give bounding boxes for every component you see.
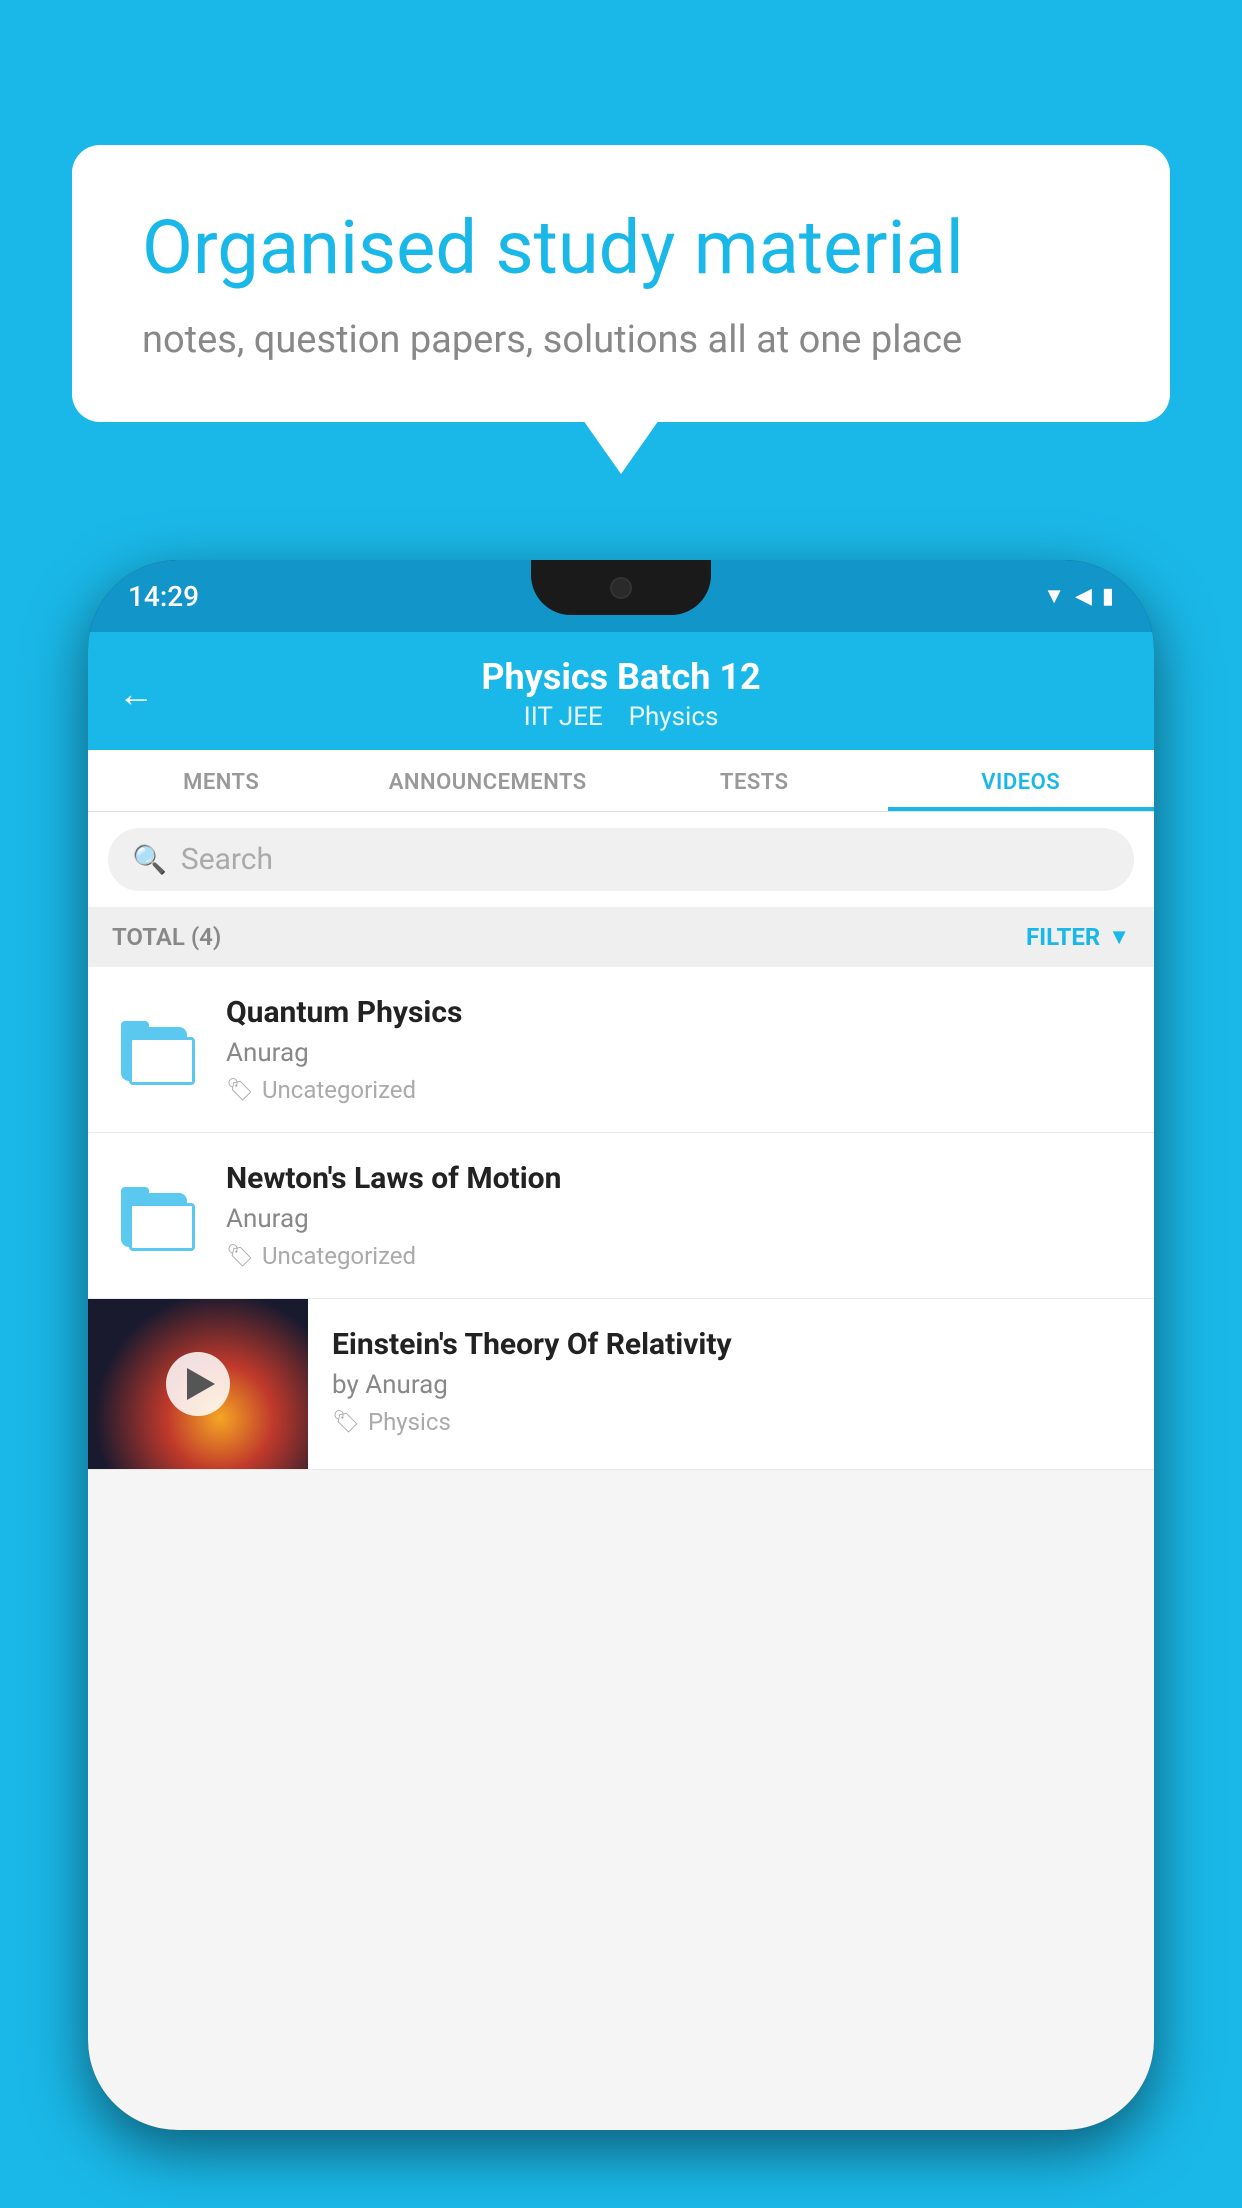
video-info-quantum: Quantum Physics Anurag 🏷 Uncategorized xyxy=(226,995,1130,1104)
tag-icon-newton: 🏷 xyxy=(226,1244,254,1269)
status-icons: ▼ ◀ ▮ xyxy=(1043,583,1114,609)
search-icon: 🔍 xyxy=(132,843,167,876)
search-bar[interactable]: 🔍 Search xyxy=(108,828,1134,891)
filter-bar: TOTAL (4) FILTER ▼ xyxy=(88,907,1154,967)
app-header: ← Physics Batch 12 IIT JEE Physics xyxy=(88,632,1154,750)
tab-announcements[interactable]: ANNOUNCEMENTS xyxy=(355,750,622,811)
video-tag-einstein: Physics xyxy=(368,1408,451,1436)
tabs-bar: MENTS ANNOUNCEMENTS TESTS VIDEOS xyxy=(88,750,1154,812)
bubble-title: Organised study material xyxy=(142,205,1100,294)
phone-screen: 🔍 Search TOTAL (4) FILTER ▼ xyxy=(88,812,1154,2130)
video-author-quantum: Anurag xyxy=(226,1038,1130,1068)
phone-container: 14:29 ▼ ◀ ▮ ← Physics Batch 12 IIT JEE xyxy=(88,560,1154,2208)
search-bar-container: 🔍 Search xyxy=(88,812,1154,907)
video-tag-quantum: Uncategorized xyxy=(262,1076,416,1104)
battery-icon: ▮ xyxy=(1102,584,1114,609)
tab-ments[interactable]: MENTS xyxy=(88,750,355,811)
filter-label: FILTER xyxy=(1026,923,1100,951)
filter-button[interactable]: FILTER ▼ xyxy=(1026,923,1130,951)
folder-icon-newton xyxy=(121,1181,193,1251)
notch xyxy=(531,560,711,615)
video-thumb-newton xyxy=(112,1171,202,1261)
search-input[interactable]: Search xyxy=(181,842,273,877)
video-title-quantum: Quantum Physics xyxy=(226,995,1130,1030)
phone-screen-inner: 14:29 ▼ ◀ ▮ ← Physics Batch 12 IIT JEE xyxy=(88,560,1154,2130)
status-time: 14:29 xyxy=(128,580,199,613)
einstein-thumbnail xyxy=(88,1299,308,1469)
video-list: Quantum Physics Anurag 🏷 Uncategorized xyxy=(88,967,1154,1470)
filter-icon: ▼ xyxy=(1108,924,1130,950)
video-tag-row-einstein: 🏷 Physics xyxy=(332,1408,1130,1436)
total-count: TOTAL (4) xyxy=(112,923,221,951)
video-tag-newton: Uncategorized xyxy=(262,1242,416,1270)
play-button-einstein[interactable] xyxy=(166,1352,230,1416)
video-author-newton: Anurag xyxy=(226,1204,1130,1234)
back-button[interactable]: ← xyxy=(118,673,154,715)
tag-icon-einstein: 🏷 xyxy=(332,1410,360,1435)
tab-tests[interactable]: TESTS xyxy=(621,750,888,811)
header-center: Physics Batch 12 IIT JEE Physics xyxy=(481,656,760,732)
header-tags: IIT JEE Physics xyxy=(481,702,760,732)
status-bar: 14:29 ▼ ◀ ▮ xyxy=(88,560,1154,632)
video-item-newton[interactable]: Newton's Laws of Motion Anurag 🏷 Uncateg… xyxy=(88,1133,1154,1299)
bubble-subtitle: notes, question papers, solutions all at… xyxy=(142,318,1100,362)
video-item-einstein[interactable]: Einstein's Theory Of Relativity by Anura… xyxy=(88,1299,1154,1470)
video-info-newton: Newton's Laws of Motion Anurag 🏷 Uncateg… xyxy=(226,1161,1130,1270)
video-thumb-quantum xyxy=(112,1005,202,1095)
video-item-quantum[interactable]: Quantum Physics Anurag 🏷 Uncategorized xyxy=(88,967,1154,1133)
video-author-einstein: by Anurag xyxy=(332,1370,1130,1400)
signal-icon: ◀ xyxy=(1075,584,1092,609)
speech-bubble: Organised study material notes, question… xyxy=(72,145,1170,422)
header-tag-iitjee: IIT JEE xyxy=(524,702,603,732)
header-title: Physics Batch 12 xyxy=(481,656,760,698)
video-tag-row-newton: 🏷 Uncategorized xyxy=(226,1242,1130,1270)
tab-videos[interactable]: VIDEOS xyxy=(888,750,1155,811)
einstein-info: Einstein's Theory Of Relativity by Anura… xyxy=(308,1299,1154,1464)
folder-icon-quantum xyxy=(121,1015,193,1085)
video-title-einstein: Einstein's Theory Of Relativity xyxy=(332,1327,1130,1362)
video-title-newton: Newton's Laws of Motion xyxy=(226,1161,1130,1196)
phone-frame: 14:29 ▼ ◀ ▮ ← Physics Batch 12 IIT JEE xyxy=(88,560,1154,2130)
camera xyxy=(610,577,632,599)
wifi-icon: ▼ xyxy=(1043,583,1065,609)
header-tag-physics: Physics xyxy=(629,702,719,732)
tag-icon-quantum: 🏷 xyxy=(226,1078,254,1103)
play-triangle-icon xyxy=(187,1368,215,1400)
video-tag-row-quantum: 🏷 Uncategorized xyxy=(226,1076,1130,1104)
